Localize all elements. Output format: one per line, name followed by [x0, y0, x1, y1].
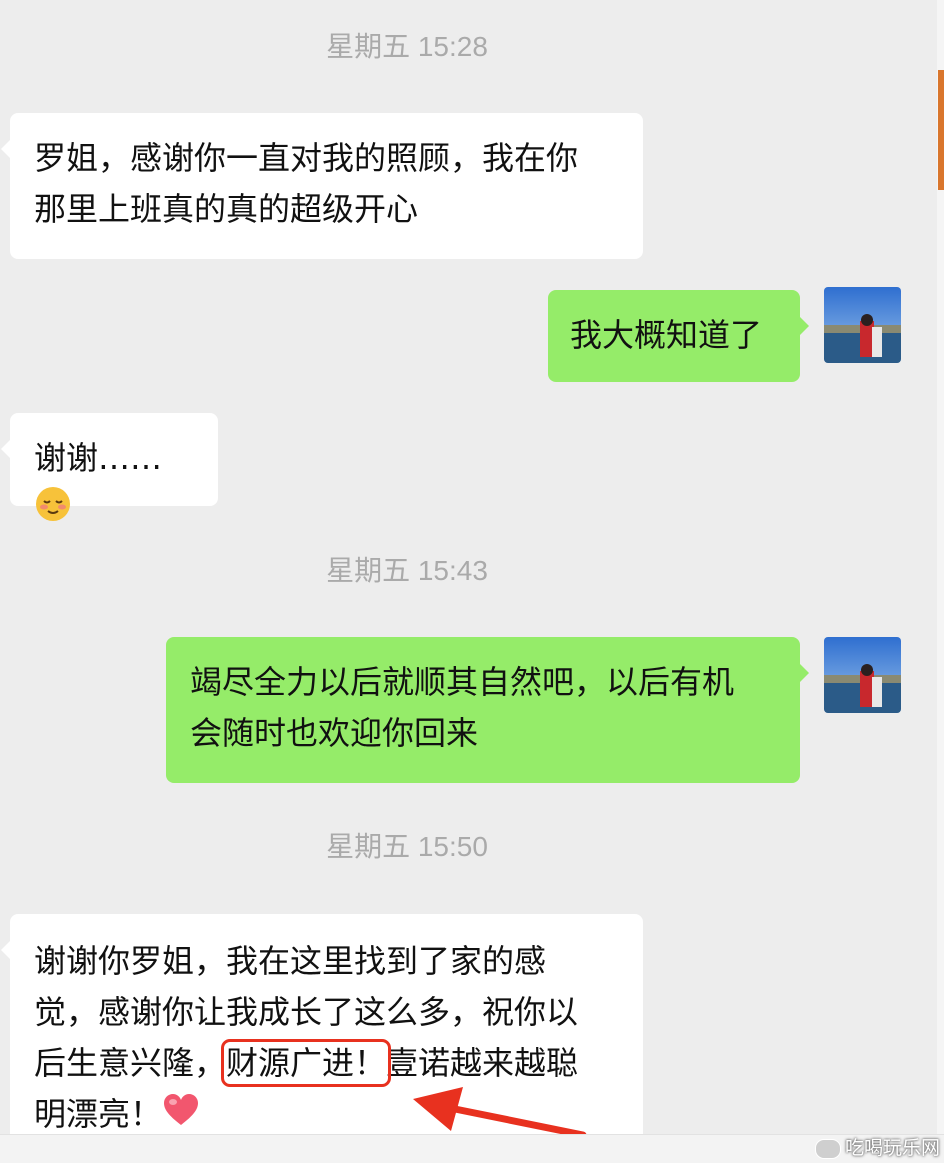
avatar-photo-icon: [824, 637, 901, 713]
timestamp: 星期五 15:28: [326, 31, 488, 62]
timestamp: 星期五 15:50: [326, 831, 488, 862]
message-line: 罗姐，感谢你一直对我的照顾，我在你: [34, 139, 579, 177]
outgoing-message-bubble[interactable]: 我大概知道了: [548, 290, 809, 382]
scrollbar-accent: [938, 70, 944, 190]
user-avatar[interactable]: [824, 637, 901, 713]
watermark-logo-icon: [814, 1138, 841, 1159]
message-line: 竭尽全力以后就顺其自然吧，以后有机: [190, 663, 735, 701]
message-text: 谢谢……: [34, 439, 163, 477]
user-avatar[interactable]: [824, 287, 901, 363]
smiling-face-emoji-icon: [34, 485, 72, 538]
message-line: 会随时也欢迎你回来: [190, 714, 479, 752]
outgoing-message-bubble[interactable]: 竭尽全力以后就顺其自然吧，以后有机 会随时也欢迎你回来: [166, 637, 809, 783]
message-line: 谢谢你罗姐，我在这里找到了家的感: [34, 942, 547, 980]
message-text: 壹诺越来越聪: [386, 1044, 579, 1082]
timestamp: 星期五 15:43: [326, 555, 488, 586]
highlighted-phrase: 财源广进！: [221, 1039, 392, 1087]
message-text: 我大概知道了: [570, 316, 763, 354]
watermark: 吃喝玩乐网: [814, 1136, 940, 1160]
message-line: 那里上班真的真的超级开心: [34, 190, 419, 228]
message-text: 明漂亮！: [34, 1095, 163, 1133]
message-line: 后生意兴隆，财源广进！壹诺越来越聪: [34, 1038, 619, 1089]
avatar-photo-icon: [824, 287, 901, 363]
message-line: 觉，感谢你让我成长了这么多，祝你以: [34, 993, 579, 1031]
bottom-strip: [0, 1134, 944, 1163]
message-text: 后生意兴隆，: [34, 1044, 227, 1082]
chat-window: 星期五 15:28 罗姐，感谢你一直对我的照顾，我在你 那里上班真的真的超级开心…: [0, 0, 944, 1163]
incoming-message-bubble[interactable]: 谢谢……: [1, 413, 218, 521]
incoming-message-bubble[interactable]: 罗姐，感谢你一直对我的照顾，我在你 那里上班真的真的超级开心: [1, 113, 643, 259]
watermark-text: 吃喝玩乐网: [844, 1137, 940, 1159]
